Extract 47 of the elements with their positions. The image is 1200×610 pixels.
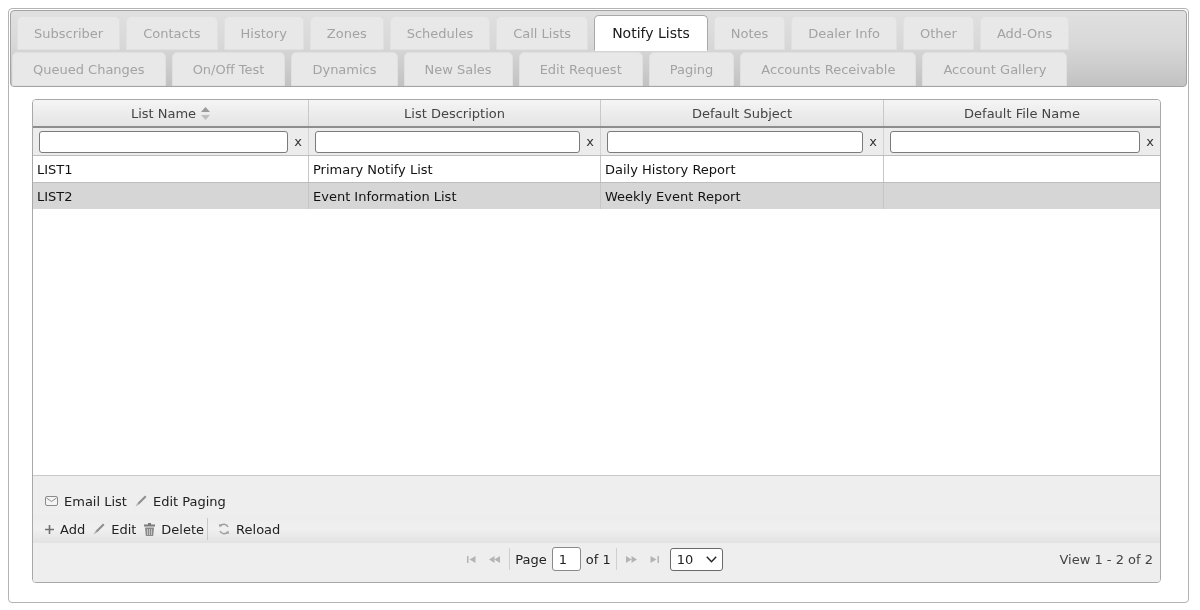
table-row[interactable]: LIST1 Primary Notify List Daily History Report [33, 155, 1160, 182]
column-header-label: Default Subject [691, 105, 793, 121]
envelope-icon [45, 496, 58, 506]
tab[interactable]: Notify Lists [594, 15, 708, 51]
column-header[interactable]: List Description [309, 100, 601, 126]
toolbar-button[interactable]: Delete [144, 521, 205, 537]
clear-filter-button[interactable]: x [586, 134, 594, 149]
toolbar-button[interactable]: Edit Paging [134, 493, 226, 509]
table-cell: Primary Notify List [313, 161, 433, 177]
column-header-label: Default File Name [964, 105, 1080, 121]
filter-field[interactable] [607, 130, 864, 153]
filter-field[interactable] [315, 130, 581, 153]
page-field[interactable]: 1 [551, 547, 581, 571]
column-header[interactable]: Default Subject [601, 100, 884, 126]
page-total: of 1 [585, 551, 611, 567]
trash-icon [144, 522, 156, 536]
refresh-icon [218, 523, 231, 535]
clear-filter-button[interactable]: x [869, 134, 877, 149]
filter-field[interactable] [39, 130, 289, 153]
toolbar-button[interactable]: Email List [45, 493, 127, 509]
toolbar-button[interactable]: Add [45, 521, 86, 537]
table-cell: Event Information List [313, 188, 457, 204]
pencil-icon [93, 523, 106, 535]
next-page-icon [625, 555, 637, 563]
previous-page-icon [489, 555, 501, 563]
plus-icon [45, 524, 54, 534]
last-page-icon [649, 555, 659, 563]
page-label: Page [515, 551, 547, 567]
toolbar-button[interactable]: Edit [93, 521, 137, 537]
clear-filter-button[interactable]: x [294, 134, 302, 149]
toolbar-button[interactable]: Reload [218, 521, 281, 537]
table-cell: Daily History Report [605, 161, 736, 177]
column-header[interactable]: Default File Name [884, 100, 1160, 126]
pencil-icon [134, 495, 147, 507]
table-cell: LIST2 [37, 188, 73, 204]
chevron-down-icon [705, 555, 717, 563]
filter-field[interactable] [890, 130, 1141, 153]
column-header[interactable]: List Name [33, 100, 309, 126]
column-header-label: List Name [130, 105, 197, 121]
table-row[interactable]: LIST2 Event Information List Weekly Event Report [33, 182, 1160, 209]
page-size-select[interactable]: 10 [669, 547, 723, 571]
record-count: View 1 - 2 of 2 [1059, 551, 1153, 567]
column-header-label: List Description [404, 105, 505, 121]
first-page-icon [467, 555, 477, 563]
table-cell: Weekly Event Report [605, 188, 741, 204]
clear-filter-button[interactable]: x [1146, 134, 1154, 149]
table-cell: LIST1 [37, 161, 73, 177]
